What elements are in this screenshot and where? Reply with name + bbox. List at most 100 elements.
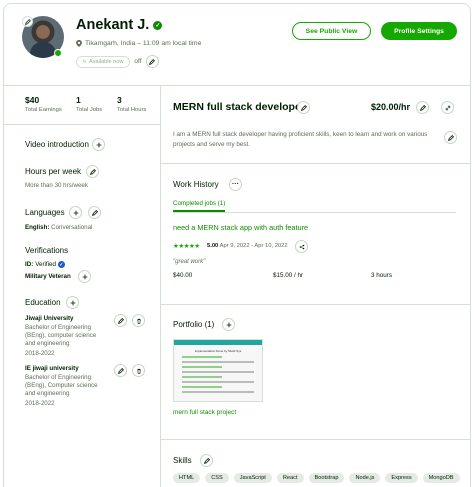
profile-overview: I am a MERN full stack developer having … (173, 131, 428, 148)
tab-underline (173, 212, 456, 213)
thumbnail-row (182, 366, 222, 368)
portfolio-divider (161, 439, 471, 440)
profile-name-row: Anekant J. ✓ (76, 17, 163, 33)
add-language-button[interactable] (69, 206, 82, 219)
education-school-1: Jiwaji University (25, 315, 74, 322)
pencil-icon (447, 134, 454, 141)
profile-name: Anekant J. (76, 17, 150, 33)
availability-badge[interactable]: ϟ Available now (76, 55, 131, 68)
thumbnail-row (182, 371, 254, 373)
thumbnail-title: Implementation Done by Mudit Sys (194, 349, 242, 353)
edit-title-button[interactable] (297, 101, 310, 114)
education-years-1: 2018-2022 (25, 350, 55, 357)
add-military-button[interactable] (78, 270, 91, 283)
stats-divider (3, 124, 160, 125)
skill-tag[interactable]: HTML (173, 473, 201, 483)
ellipsis-icon: ··· (232, 180, 239, 188)
avatar-edit-button[interactable] (22, 16, 33, 27)
job-dates: Apr 9, 2022 - Apr 10, 2022 (219, 243, 288, 249)
portfolio-item-link[interactable]: mern full stack project (173, 409, 236, 416)
star-rating-icon: ★★★★★ (173, 243, 200, 250)
plus-icon (82, 274, 87, 279)
see-public-view-button[interactable]: See Public View (292, 22, 371, 40)
delete-education-2-button[interactable] (132, 364, 145, 377)
language-name: English: (25, 224, 50, 231)
plus-icon (96, 142, 101, 147)
portfolio-title: Portfolio (1) (173, 320, 215, 329)
job-earned: $40.00 (173, 272, 193, 279)
skill-tag[interactable]: React (276, 473, 304, 483)
add-video-button[interactable] (92, 138, 105, 151)
job-title-link[interactable]: need a MERN stack app with auth feature (173, 223, 308, 232)
availability-row: ϟ Available now off (76, 55, 159, 68)
edit-language-button[interactable] (88, 206, 101, 219)
verifications-title: Verifications (25, 246, 69, 255)
pencil-icon (149, 58, 155, 65)
share-link-button[interactable] (441, 101, 454, 114)
hourly-rate: $20.00/hr (371, 102, 411, 112)
edit-availability-button[interactable] (145, 55, 159, 68)
skill-tag[interactable]: Express (385, 473, 418, 483)
pencil-icon (300, 104, 307, 111)
edit-education-2-button[interactable] (114, 364, 127, 377)
edit-education-1-button[interactable] (114, 314, 127, 327)
edit-skills-button[interactable] (200, 454, 213, 467)
pencil-icon (24, 18, 31, 25)
total-hours-label: Total Hours (117, 107, 147, 113)
plus-icon (70, 300, 75, 305)
total-hours-value: 3 (117, 95, 122, 105)
edit-hours-button[interactable] (86, 165, 99, 178)
edit-overview-button[interactable] (444, 131, 457, 144)
military-veteran-label: Military Veteran (25, 273, 71, 280)
client-feedback: "great work" (173, 259, 206, 265)
lightning-icon: ϟ (83, 58, 86, 65)
job-hours: 3 hours (371, 272, 393, 279)
trash-icon (136, 368, 141, 374)
rating-score: 5.00 (207, 243, 219, 249)
skill-tag[interactable]: JavaScript (233, 473, 272, 483)
language-entry: English: Conversational (25, 224, 92, 231)
pencil-icon (91, 209, 98, 216)
portfolio-thumbnail[interactable]: Implementation Done by Mudit Sys (173, 339, 263, 402)
add-education-button[interactable] (66, 296, 79, 309)
delete-education-1-button[interactable] (132, 314, 145, 327)
thumbnail-row (182, 381, 254, 383)
id-verification-row: ID: Verified ✓ (25, 261, 65, 268)
skill-tag[interactable]: CSS (205, 473, 229, 483)
profile-settings-button[interactable]: Profile Settings (381, 22, 457, 40)
availability-label: Available now (88, 58, 124, 65)
work-history-divider (161, 304, 471, 305)
skill-tag[interactable]: Bootstrap (308, 473, 345, 483)
thumbnail-row (182, 361, 254, 363)
hours-per-week-value: More than 30 hrs/week (25, 182, 88, 189)
thumbnail-row (182, 356, 222, 358)
verified-check-icon: ✓ (57, 261, 65, 268)
share-icon (299, 244, 304, 249)
plus-icon (226, 322, 231, 327)
availability-state: off (134, 58, 142, 65)
header-divider (3, 85, 471, 86)
add-portfolio-button[interactable] (222, 318, 235, 331)
skill-tag[interactable]: Node.js (349, 473, 381, 483)
job-rate: $15.00 (273, 272, 293, 279)
video-intro-title: Video introduction (25, 140, 89, 149)
language-level: Conversational (51, 224, 93, 231)
id-label: ID: (25, 261, 34, 268)
online-status-dot (54, 49, 62, 57)
job-rate-unit: / hr (294, 272, 304, 279)
skills-list: HTML CSS JavaScript React Bootstrap Node… (173, 473, 460, 483)
skill-tag[interactable]: MongoDB (422, 473, 460, 483)
id-status: Verified (35, 261, 56, 268)
share-job-button[interactable] (295, 240, 308, 253)
total-jobs-label: Total Jobs (76, 107, 103, 113)
thumbnail-header-bar (174, 340, 262, 345)
edit-rate-button[interactable] (416, 101, 429, 114)
tab-completed-jobs[interactable]: Completed jobs (1) (173, 200, 226, 212)
work-history-title: Work History (173, 180, 219, 189)
pencil-icon (419, 104, 426, 111)
skills-title: Skills (173, 456, 192, 465)
education-school-2: IE jiwaji university (25, 365, 79, 372)
profile-title: MERN full stack developer (173, 101, 305, 113)
pencil-icon (203, 457, 210, 464)
more-options-button[interactable]: ··· (229, 178, 242, 191)
